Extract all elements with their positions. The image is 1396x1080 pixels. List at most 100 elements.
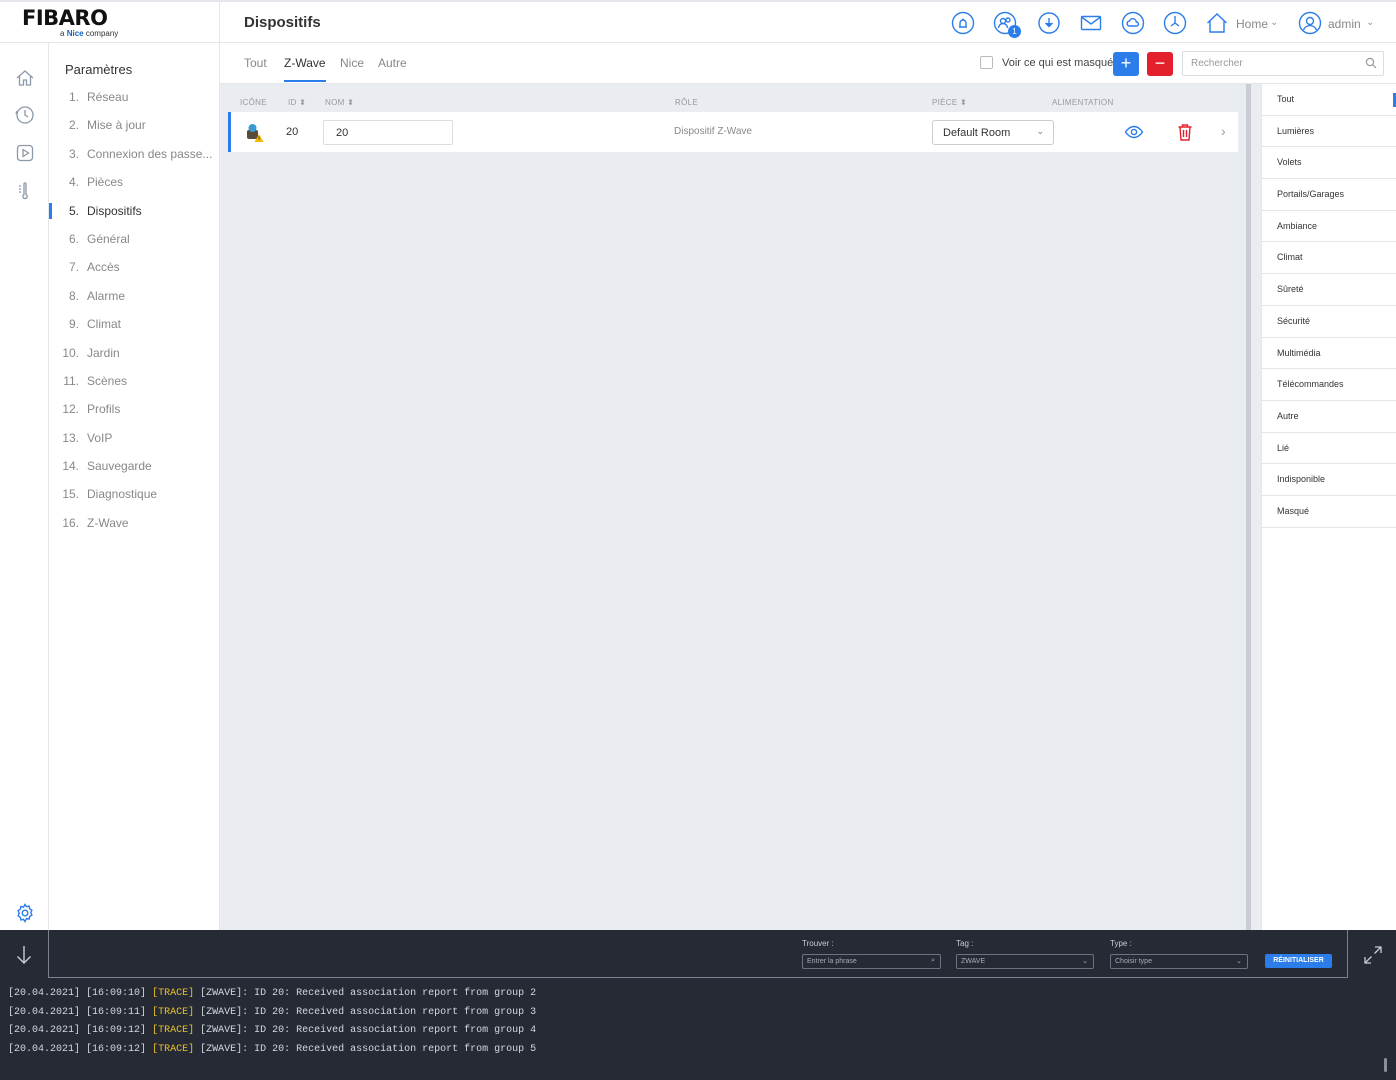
settings-menu-item[interactable]: 4. Pièces (49, 168, 219, 196)
menu-item-number: 14. (62, 459, 79, 474)
category-item[interactable]: Multimédia (1262, 338, 1396, 370)
settings-menu-item[interactable]: 2. Mise à jour (49, 111, 219, 139)
sort-icon: ⬍ (299, 98, 307, 107)
menu-item-label: Alarme (87, 288, 126, 303)
settings-menu-item[interactable]: 6. Général (49, 225, 219, 253)
log-time: [16:09:12] (86, 1025, 147, 1037)
console-scrollbar[interactable] (1384, 1058, 1387, 1072)
search-placeholder: Rechercher (1191, 58, 1243, 69)
settings-menu-item[interactable]: 13. VoIP (49, 424, 219, 452)
menu-item-number: 16. (62, 515, 79, 530)
logo[interactable]: FIBARO a Nice company (0, 2, 220, 43)
show-hidden-checkbox[interactable] (980, 56, 993, 69)
settings-menu-item[interactable]: 10. Jardin (49, 339, 219, 367)
chevron-right-icon[interactable]: › (1221, 123, 1226, 139)
header-name[interactable]: NOM ⬍ (325, 98, 354, 107)
find-label: Trouver : (802, 939, 834, 948)
eye-visibility-icon[interactable] (1124, 122, 1144, 142)
chevron-down-icon: ⌄ (1236, 958, 1242, 965)
category-item[interactable]: Autre (1262, 401, 1396, 433)
category-item[interactable]: Portails/Garages (1262, 179, 1396, 211)
search-input[interactable]: Rechercher (1182, 51, 1384, 76)
settings-gear-icon[interactable] (14, 902, 36, 924)
category-item[interactable]: Lumières (1262, 116, 1396, 148)
header-id[interactable]: ID ⬍ (288, 98, 306, 107)
header-icon: ICÔNE (240, 98, 267, 107)
settings-menu-item[interactable]: 3. Connexion des passe... (49, 140, 219, 168)
home-icon[interactable] (1205, 11, 1229, 35)
menu-item-label: Jardin (87, 345, 120, 360)
menu-item-number: 11. (63, 373, 79, 388)
users-icon[interactable]: 1 (993, 11, 1021, 38)
category-item[interactable]: Masqué (1262, 496, 1396, 528)
scenes-clock-icon[interactable] (14, 104, 36, 126)
tab-tout[interactable]: Tout (244, 56, 267, 70)
weather-icon[interactable] (1121, 11, 1145, 35)
log-tag: [ZWAVE]: (200, 987, 249, 999)
admin-menu[interactable]: admin (1328, 17, 1361, 31)
settings-menu-item[interactable]: 5. Dispositifs (49, 197, 219, 225)
settings-menu-item[interactable]: 14. Sauvegarde (49, 452, 219, 480)
settings-menu-item[interactable]: 7. Accès (49, 253, 219, 281)
type-select[interactable]: Choisir type ⌄ (1110, 954, 1248, 969)
alarm-icon[interactable] (951, 11, 975, 35)
settings-menu-item[interactable]: 16. Z-Wave (49, 509, 219, 537)
arrow-down-icon[interactable] (14, 944, 34, 966)
category-item[interactable]: Climat (1262, 242, 1396, 275)
settings-menu-item[interactable]: 8. Alarme (49, 282, 219, 310)
device-name-input[interactable]: 20 (323, 120, 453, 145)
reset-button[interactable]: RÉINITIALISER (1265, 954, 1332, 968)
tab-zwave[interactable]: Z-Wave (284, 56, 326, 82)
expand-icon[interactable] (1363, 945, 1383, 965)
tab-autre[interactable]: Autre (378, 56, 407, 70)
log-line: [20.04.2021] [16:09:10] [TRACE] [ZWAVE]:… (8, 985, 1378, 1004)
mail-icon[interactable] (1079, 11, 1103, 35)
thermometer-icon[interactable] (14, 180, 36, 202)
play-video-icon[interactable] (14, 142, 36, 164)
top-header: FIBARO a Nice company Dispositifs 1 Home… (0, 0, 1396, 43)
category-item[interactable]: Lié (1262, 433, 1396, 465)
log-line: [20.04.2021] [16:09:10] [TRACE] [ZWAVE]:… (8, 978, 1378, 985)
category-item[interactable]: Télécommandes (1262, 369, 1396, 401)
home-selector[interactable]: Home (1236, 17, 1268, 31)
menu-item-number: 5. (68, 203, 79, 218)
category-item[interactable]: Indisponible (1262, 464, 1396, 496)
main-content: Tout Z-Wave Nice Autre Voir ce qui est m… (220, 43, 1396, 930)
remove-device-button[interactable]: − (1147, 52, 1173, 76)
table-scrollbar[interactable] (1246, 84, 1251, 930)
find-input[interactable]: Entrer la phrase ⌕ (802, 954, 941, 969)
log-time: [16:09:10] (86, 987, 147, 999)
room-select[interactable]: Default Room ⌄ (932, 120, 1054, 145)
menu-item-label: Réseau (87, 90, 129, 104)
settings-menu-item[interactable]: 12. Profils (49, 395, 219, 423)
settings-menu-item[interactable]: 1. Réseau (49, 83, 219, 111)
table-row[interactable]: 20 20 Dispositif Z-Wave Default Room ⌄ › (228, 112, 1238, 152)
add-device-button[interactable]: + (1113, 52, 1139, 76)
download-update-icon[interactable] (1037, 11, 1061, 35)
category-item[interactable]: Sûreté (1262, 274, 1396, 306)
header-room[interactable]: PIÈCE ⬍ (932, 98, 967, 107)
settings-menu-item[interactable]: 15. Diagnostique (49, 480, 219, 508)
menu-item-label: Profils (87, 402, 121, 417)
menu-item-label: Z-Wave (87, 515, 129, 530)
category-item[interactable]: Tout (1262, 84, 1396, 116)
log-message: ID 20: Received association report from … (254, 1044, 537, 1056)
dashboard-home-icon[interactable] (14, 67, 36, 89)
header-power: ALIMENTATION (1052, 98, 1114, 107)
menu-item-number: 12. (62, 402, 79, 417)
energy-icon[interactable] (1163, 11, 1187, 35)
log-level: [TRACE] (152, 1025, 195, 1037)
tab-nice[interactable]: Nice (340, 56, 364, 70)
menu-item-label: Accès (87, 260, 120, 275)
log-line: [20.04.2021] [16:09:12] [TRACE] [ZWAVE]:… (8, 1041, 1378, 1060)
settings-menu-item[interactable]: 11. Scènes (49, 367, 219, 395)
category-item[interactable]: Sécurité (1262, 306, 1396, 338)
category-item[interactable]: Volets (1262, 147, 1396, 180)
category-item[interactable]: Ambiance (1262, 211, 1396, 243)
trash-delete-icon[interactable] (1176, 122, 1194, 142)
tag-label: Tag : (956, 939, 974, 948)
menu-item-label: Scènes (87, 373, 128, 388)
tag-select[interactable]: ZWAVE ⌄ (956, 954, 1094, 969)
settings-menu-item[interactable]: 9. Climat (49, 310, 219, 338)
user-account-icon[interactable] (1298, 11, 1322, 35)
